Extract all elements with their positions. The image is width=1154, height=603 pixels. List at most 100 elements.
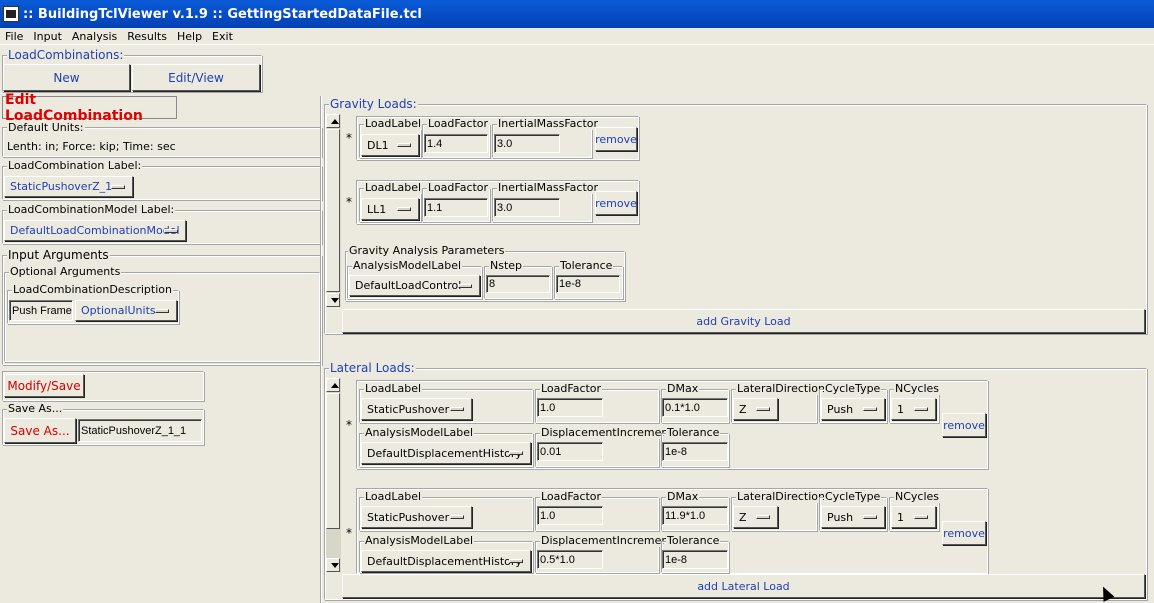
menu-separator bbox=[0, 44, 1154, 45]
load-factor-title: LoadFactor bbox=[427, 181, 490, 194]
save-as-input[interactable]: StaticPushoverZ_1_1 bbox=[78, 419, 202, 442]
tolerance-title: Tolerance bbox=[559, 259, 614, 272]
scroll-down-button[interactable] bbox=[326, 558, 340, 572]
analysis-model-title: AnalysisModelLabel bbox=[364, 534, 475, 547]
load-label-value: DL1 bbox=[367, 138, 389, 152]
load-factor-input[interactable]: 1.4 bbox=[424, 134, 488, 153]
displacement-increment-input[interactable]: 0.01 bbox=[537, 442, 603, 461]
analysis-model-menu[interactable]: DefaultLoadControl bbox=[349, 275, 480, 296]
row-marker: * bbox=[346, 418, 352, 432]
scroll-down-button[interactable] bbox=[326, 293, 340, 307]
load-label-value: LL1 bbox=[367, 202, 387, 216]
tolerance-input[interactable]: 1e-8 bbox=[662, 550, 728, 569]
cycle-type-title: CycleType bbox=[824, 382, 882, 395]
pane-divider[interactable] bbox=[320, 96, 322, 603]
inertial-mass-input[interactable]: 3.0 bbox=[494, 198, 560, 217]
remove-button[interactable]: remove bbox=[595, 127, 637, 151]
load-factor-input[interactable]: 1.1 bbox=[424, 198, 488, 217]
nstep-input[interactable]: 8 bbox=[486, 275, 550, 293]
dropdown-indicator-icon bbox=[509, 559, 523, 563]
app-icon bbox=[3, 6, 19, 22]
load-label-value: StaticPushover bbox=[367, 402, 450, 416]
row-marker: * bbox=[346, 195, 352, 209]
menu-results[interactable]: Results bbox=[122, 30, 172, 43]
load-label-menu[interactable]: LL1 bbox=[361, 198, 419, 220]
save-as-button[interactable]: Save As... bbox=[4, 418, 76, 443]
ncycles-title: NCycles bbox=[894, 490, 941, 503]
lateral-direction-menu[interactable]: Z bbox=[733, 506, 778, 528]
row-marker: * bbox=[346, 131, 352, 145]
lateral-direction-value: Z bbox=[739, 510, 747, 524]
load-combinations-label: LoadCombinations: bbox=[7, 48, 125, 62]
cycle-type-menu[interactable]: Push bbox=[821, 398, 885, 420]
scroll-thumb[interactable] bbox=[326, 129, 340, 292]
load-label-title: LoadLabel bbox=[364, 181, 423, 194]
optional-units-value: OptionalUnits bbox=[81, 304, 156, 317]
optional-units-menu[interactable]: OptionalUnits bbox=[75, 300, 177, 321]
dropdown-indicator-icon bbox=[450, 407, 464, 411]
tolerance-title: Tolerance bbox=[666, 534, 721, 547]
combination-label-value: StaticPushoverZ_1 bbox=[10, 180, 113, 193]
model-label-value: DefaultLoadCombinationModel bbox=[10, 224, 180, 237]
load-factor-input[interactable]: 1.0 bbox=[537, 506, 603, 525]
combination-label-menu[interactable]: StaticPushoverZ_1 bbox=[4, 176, 133, 197]
menu-exit[interactable]: Exit bbox=[207, 30, 238, 43]
tolerance-title: Tolerance bbox=[666, 426, 721, 439]
remove-button[interactable]: remove bbox=[942, 413, 986, 437]
ncycles-menu[interactable]: 1 bbox=[891, 506, 936, 528]
scroll-thumb[interactable] bbox=[326, 393, 340, 529]
new-button[interactable]: New bbox=[3, 64, 130, 91]
menu-help[interactable]: Help bbox=[172, 30, 207, 43]
edit-view-button[interactable]: Edit/View bbox=[132, 64, 260, 91]
tolerance-input[interactable]: 1e-8 bbox=[556, 275, 620, 293]
load-label-title: LoadLabel bbox=[364, 490, 423, 503]
load-label-menu[interactable]: StaticPushover bbox=[361, 398, 472, 420]
ncycles-value: 1 bbox=[897, 402, 904, 416]
lateral-direction-title: LateralDirection bbox=[736, 382, 826, 395]
gravity-scrollbar[interactable] bbox=[326, 114, 341, 307]
modify-save-button[interactable]: Modify/Save bbox=[4, 374, 84, 397]
load-factor-title: LoadFactor bbox=[540, 490, 603, 503]
dropdown-indicator-icon bbox=[111, 184, 125, 189]
analysis-model-value: DefaultDisplacementHistory bbox=[367, 554, 522, 568]
menu-analysis[interactable]: Analysis bbox=[67, 30, 122, 43]
remove-button[interactable]: remove bbox=[595, 191, 637, 215]
lateral-loads-label: Lateral Loads: bbox=[329, 361, 416, 375]
default-units-group: Default Units: Lenth: in; Force: kip; Ti… bbox=[2, 122, 322, 157]
title-bar: :: BuildingTclViewer v.1.9 :: GettingSta… bbox=[0, 0, 1154, 28]
displacement-increment-input[interactable]: 0.5*1.0 bbox=[537, 550, 603, 569]
ncycles-menu[interactable]: 1 bbox=[891, 398, 936, 420]
dropdown-indicator-icon bbox=[397, 143, 411, 147]
gravity-loads-label: Gravity Loads: bbox=[329, 97, 418, 111]
scroll-up-button[interactable] bbox=[326, 114, 340, 128]
tolerance-input[interactable]: 1e-8 bbox=[662, 442, 728, 461]
cycle-type-title: CycleType bbox=[824, 490, 882, 503]
dmax-input[interactable]: 11.9*1.0 bbox=[662, 506, 728, 525]
add-lateral-load-button[interactable]: add Lateral Load bbox=[342, 574, 1145, 598]
analysis-model-menu[interactable]: DefaultDisplacementHistory bbox=[361, 442, 531, 464]
load-label-menu[interactable]: DL1 bbox=[361, 134, 419, 156]
lateral-direction-menu[interactable]: Z bbox=[733, 398, 778, 420]
displacement-increment-title: DisplacementIncrement bbox=[540, 426, 674, 439]
model-label-menu[interactable]: DefaultLoadCombinationModel bbox=[4, 220, 186, 241]
menu-input[interactable]: Input bbox=[28, 30, 66, 43]
description-input[interactable]: Push Frame t bbox=[9, 300, 73, 321]
dropdown-indicator-icon bbox=[756, 407, 770, 411]
dropdown-indicator-icon bbox=[914, 407, 928, 411]
optional-arguments-label: Optional Arguments bbox=[9, 265, 122, 278]
cycle-type-menu[interactable]: Push bbox=[821, 506, 885, 528]
lateral-scrollbar[interactable] bbox=[326, 378, 341, 572]
remove-button[interactable]: remove bbox=[942, 521, 986, 545]
scroll-up-button[interactable] bbox=[326, 378, 340, 392]
load-label-menu[interactable]: StaticPushover bbox=[361, 506, 472, 528]
inertial-mass-input[interactable]: 3.0 bbox=[494, 134, 560, 153]
menu-file[interactable]: File bbox=[0, 30, 28, 43]
dropdown-indicator-icon bbox=[450, 515, 464, 519]
default-units-label: Default Units: bbox=[7, 121, 85, 134]
load-factor-input[interactable]: 1.0 bbox=[537, 398, 603, 417]
dropdown-indicator-icon bbox=[155, 308, 169, 313]
model-label-label: LoadCombinationModel Label: bbox=[7, 203, 176, 216]
dmax-input[interactable]: 0.1*1.0 bbox=[662, 398, 728, 417]
analysis-model-menu[interactable]: DefaultDisplacementHistory bbox=[361, 550, 531, 572]
add-gravity-load-button[interactable]: add Gravity Load bbox=[342, 309, 1145, 333]
